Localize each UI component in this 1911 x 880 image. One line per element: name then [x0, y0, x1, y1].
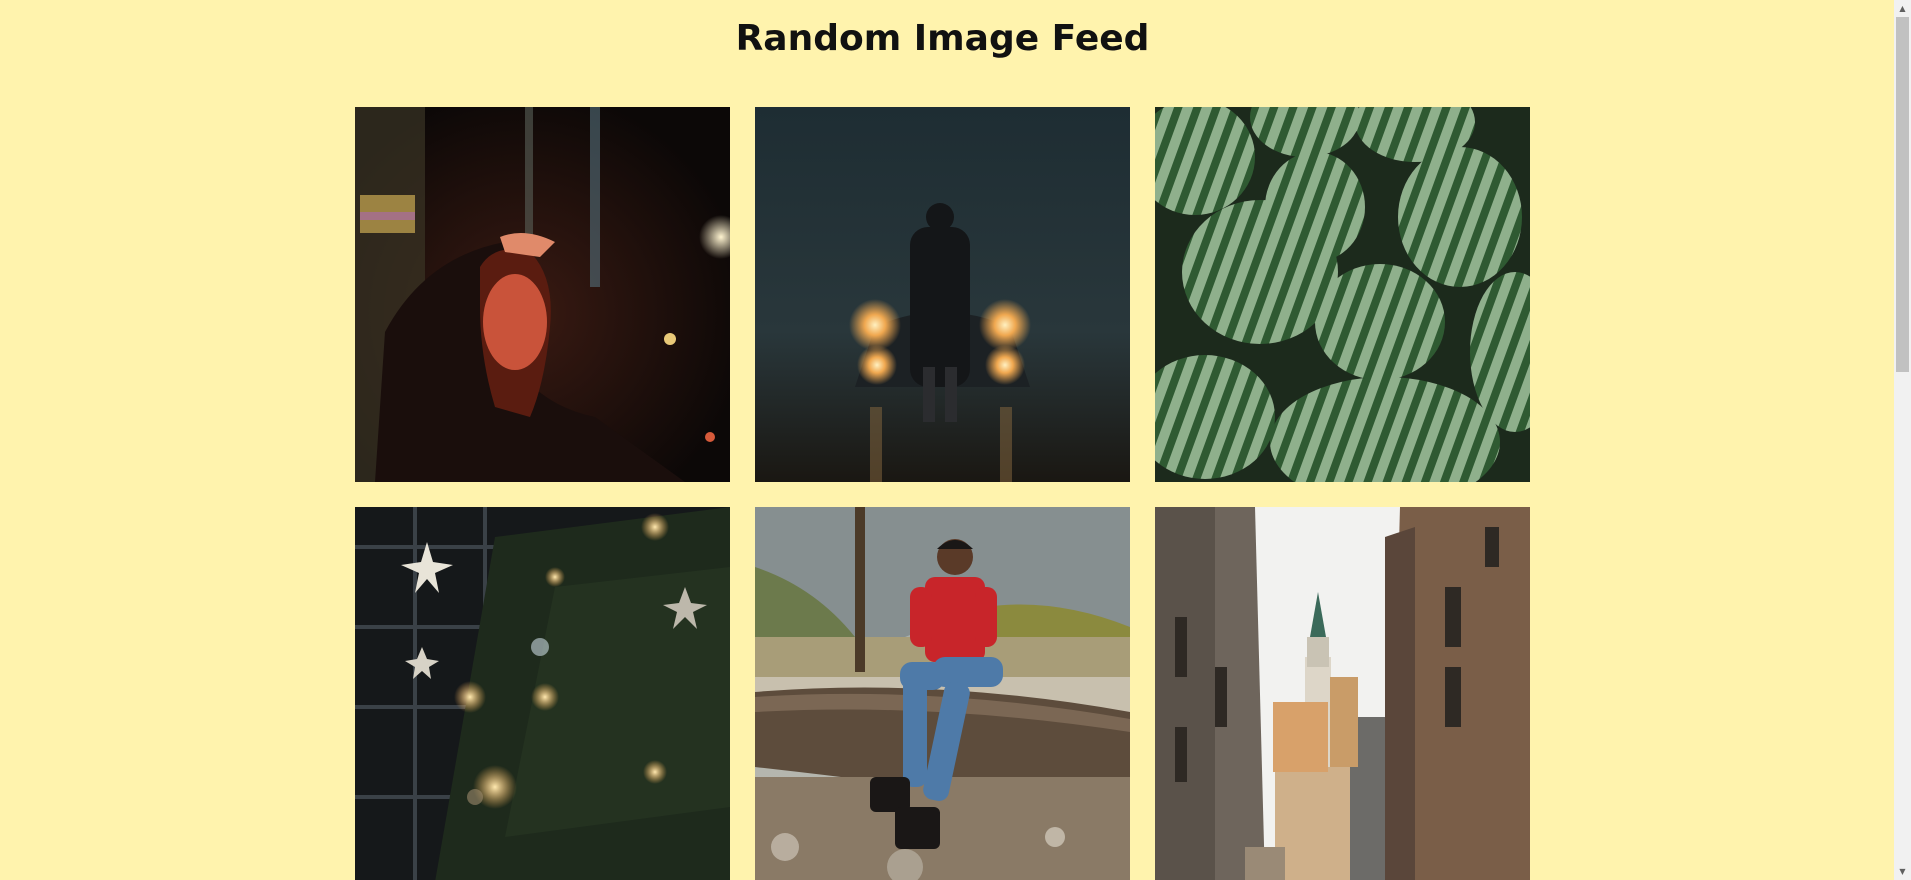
image-card[interactable]: [355, 507, 730, 880]
image-card[interactable]: [755, 107, 1130, 482]
image-woman-portrait: [355, 107, 730, 482]
image-card[interactable]: [1155, 107, 1530, 482]
image-man-headlights: [755, 107, 1130, 482]
image-card[interactable]: [1155, 507, 1530, 880]
image-card[interactable]: [755, 507, 1130, 880]
vertical-scrollbar[interactable]: ▲ ▼: [1894, 0, 1911, 880]
app-window: Random Image Feed ▲ ▼: [0, 0, 1911, 880]
image-man-on-log: [755, 507, 1130, 880]
image-christmas-tree: [355, 507, 730, 880]
image-street-tower: [1155, 507, 1530, 880]
page-title: Random Image Feed: [735, 18, 1150, 59]
scroll-thumb[interactable]: [1896, 17, 1909, 372]
image-watermelons: [1155, 107, 1530, 482]
scroll-up-icon[interactable]: ▲: [1894, 0, 1911, 17]
scroll-down-icon[interactable]: ▼: [1894, 863, 1911, 880]
image-grid: [355, 107, 1530, 880]
image-card[interactable]: [355, 107, 730, 482]
